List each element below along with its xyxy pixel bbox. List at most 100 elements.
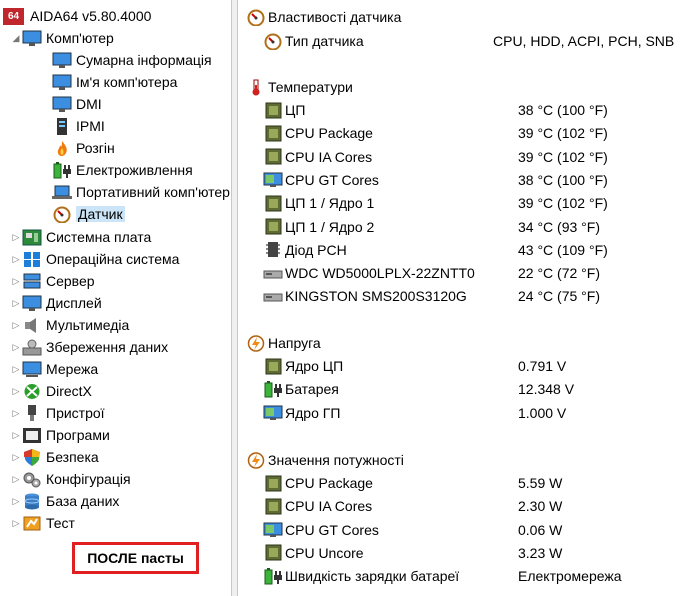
tree-item-network[interactable]: ▷ Мережа — [10, 358, 98, 380]
tree-item-programs[interactable]: ▷ Програми — [10, 424, 110, 446]
tree-item-computer[interactable]: ◢ Комп'ютер — [10, 27, 114, 49]
battery-plug-icon — [263, 380, 283, 398]
gauge-icon — [52, 206, 72, 223]
tree-item-label: Збереження даних — [46, 339, 169, 355]
tree-item-power[interactable]: Електроживлення — [52, 159, 193, 181]
sensor-value: 0.791 V — [518, 358, 567, 374]
flame-icon — [52, 140, 72, 157]
thermometer-icon — [246, 79, 266, 96]
tree-item-sensor[interactable]: Датчик — [52, 203, 125, 225]
tree-item-config[interactable]: ▷ Конфігурація — [10, 468, 131, 490]
sensor-row[interactable]: CPU Package 39 °C (102 °F) — [263, 122, 682, 144]
expand-arrow-icon[interactable]: ▷ — [10, 342, 22, 353]
xbox-icon — [22, 383, 42, 400]
sensor-value: 43 °C (109 °F) — [518, 241, 608, 258]
sensor-name: Батарея — [285, 381, 339, 398]
sensor-row[interactable]: Швидкість зарядки батареї Електромережа — [263, 565, 682, 587]
tree-item-overclock[interactable]: Розгін — [52, 137, 115, 159]
monitor-icon — [52, 74, 72, 91]
sensor-row[interactable]: Ядро ЦП 0.791 V — [263, 355, 682, 377]
expand-arrow-icon[interactable]: ▷ — [10, 364, 22, 375]
sensor-row[interactable]: Батарея 12.348 V — [263, 378, 682, 400]
tree-item-label: Тест — [46, 515, 75, 531]
sensor-name: Ядро ГП — [285, 404, 341, 421]
chip-icon — [263, 498, 283, 515]
chip-icon — [263, 195, 283, 212]
tree-item-multimedia[interactable]: ▷ Мультимедіа — [10, 314, 130, 336]
lightning-icon — [246, 451, 266, 469]
expand-arrow-icon[interactable]: ▷ — [10, 298, 22, 309]
sensor-row[interactable]: Ядро ГП 1.000 V — [263, 402, 682, 424]
chip-icon — [263, 102, 283, 119]
sensor-name: ЦП 1 / Ядро 1 — [285, 195, 375, 212]
sensor-name: CPU IA Cores — [285, 148, 373, 165]
tree-item-display[interactable]: ▷ Дисплей — [10, 292, 102, 314]
tree-item-label: Ім'я комп'ютера — [76, 74, 178, 90]
monitor-icon — [22, 30, 42, 47]
tree-item-label: Портативний комп'ютер — [76, 184, 230, 200]
hdd-icon — [263, 288, 283, 305]
tree-item-computer-name[interactable]: Ім'я комп'ютера — [52, 71, 177, 93]
sensor-value: 34 °C (93 °F) — [518, 218, 600, 235]
sensor-value: 39 °C (102 °F) — [518, 125, 608, 142]
lightning-icon — [246, 334, 266, 352]
sensor-row[interactable]: CPU Uncore 3.23 W — [263, 542, 682, 564]
sensor-row[interactable]: CPU GT Cores 0.06 W — [263, 519, 682, 541]
tree-item-label: Мультимедіа — [46, 317, 130, 333]
tree-item-os[interactable]: ▷ Операційна система — [10, 248, 180, 270]
sensor-row[interactable]: ЦП 1 / Ядро 1 39 °C (102 °F) — [263, 192, 682, 214]
expand-arrow-icon[interactable]: ▷ — [10, 452, 22, 463]
expand-arrow-icon[interactable]: ▷ — [10, 430, 22, 441]
sensor-row[interactable]: CPU IA Cores 39 °C (102 °F) — [263, 146, 682, 168]
pane-splitter[interactable] — [231, 0, 238, 596]
gauge-icon — [263, 33, 283, 50]
sensor-value: 5.59 W — [518, 475, 563, 491]
navigation-tree[interactable]: 64 AIDA64 v5.80.4000 ◢ Комп'ютер Сумарна… — [0, 0, 231, 596]
sensor-row[interactable]: CPU Package 5.59 W — [263, 472, 682, 494]
chip-icon — [263, 544, 283, 561]
sensor-row[interactable]: Тип датчика CPU, HDD, ACPI, PCH, SNB — [263, 30, 682, 52]
tree-item-directx[interactable]: ▷ DirectX — [10, 380, 92, 402]
tree-root[interactable]: 64 AIDA64 v5.80.4000 — [0, 5, 151, 27]
monitor-icon — [52, 52, 72, 69]
tree-item-motherboard[interactable]: ▷ Системна плата — [10, 226, 151, 248]
sensor-value: 2.30 W — [518, 498, 563, 515]
expand-arrow-icon[interactable]: ▷ — [10, 276, 22, 287]
collapse-arrow-icon[interactable]: ◢ — [10, 33, 22, 44]
sensor-name: WDC WD5000LPLX-22ZNTT0 — [285, 265, 475, 282]
expand-arrow-icon[interactable]: ▷ — [10, 254, 22, 265]
expand-arrow-icon[interactable]: ▷ — [10, 408, 22, 419]
tree-item-storage[interactable]: ▷ Збереження даних — [10, 336, 168, 358]
tree-item-label: DirectX — [46, 383, 92, 399]
tree-item-devices[interactable]: ▷ Пристрої — [10, 402, 105, 424]
tree-item-ipmi[interactable]: IPMI — [52, 115, 105, 137]
expand-arrow-icon[interactable]: ▷ — [10, 320, 22, 331]
tree-item-laptop[interactable]: Портативний комп'ютер — [52, 181, 230, 203]
tree-item-label: Сервер — [46, 273, 95, 289]
tree-item-security[interactable]: ▷ Безпека — [10, 446, 99, 468]
sensor-row[interactable]: ЦП 1 / Ядро 2 34 °C (93 °F) — [263, 216, 682, 238]
tree-item-server[interactable]: ▷ Сервер — [10, 270, 95, 292]
sensor-row[interactable]: WDC WD5000LPLX-22ZNTT0 22 °C (72 °F) — [263, 262, 682, 284]
tree-item-label: Конфігурація — [46, 471, 131, 487]
tree-item-summary[interactable]: Сумарна інформація — [52, 49, 212, 71]
sensor-row[interactable]: CPU GT Cores 38 °C (100 °F) — [263, 169, 682, 191]
expand-arrow-icon[interactable]: ▷ — [10, 474, 22, 485]
tree-item-label: DMI — [76, 96, 102, 112]
sensor-value: 39 °C (102 °F) — [518, 195, 608, 212]
sensor-value: 22 °C (72 °F) — [518, 265, 600, 282]
section-header-temperatures: Температури — [246, 76, 682, 98]
sensor-row[interactable]: KINGSTON SMS200S3120G 24 °C (75 °F) — [263, 285, 682, 307]
sensor-name: CPU Uncore — [285, 544, 364, 561]
expand-arrow-icon[interactable]: ▷ — [10, 496, 22, 507]
expand-arrow-icon[interactable]: ▷ — [10, 232, 22, 243]
expand-arrow-icon[interactable]: ▷ — [10, 518, 22, 529]
sensor-row[interactable]: ЦП 38 °C (100 °F) — [263, 99, 682, 121]
tree-item-benchmark[interactable]: ▷ Тест — [10, 512, 75, 534]
sensor-value: Електромережа — [518, 568, 622, 585]
sensor-row[interactable]: Діод PCH 43 °C (109 °F) — [263, 239, 682, 261]
tree-item-database[interactable]: ▷ База даних — [10, 490, 119, 512]
expand-arrow-icon[interactable]: ▷ — [10, 386, 22, 397]
sensor-row[interactable]: CPU IA Cores 2.30 W — [263, 495, 682, 517]
tree-item-dmi[interactable]: DMI — [52, 93, 102, 115]
